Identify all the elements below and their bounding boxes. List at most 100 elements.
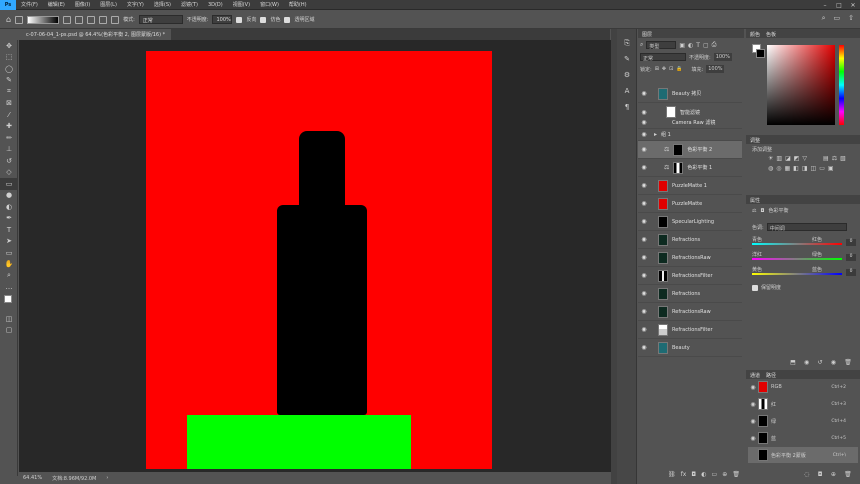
channel-row[interactable]: ◉ RGB Ctrl+2	[748, 379, 858, 395]
lock-artboard-icon[interactable]: ⊡	[669, 66, 673, 72]
brightness-icon[interactable]: ☀	[768, 155, 773, 162]
layer-row[interactable]: ◉ Beauty 拷贝	[638, 85, 742, 103]
lasso-tool-icon[interactable]: ◯	[0, 63, 18, 75]
channel-row[interactable]: ◉ 绿 Ctrl+4	[748, 413, 858, 429]
clip-to-layer-icon[interactable]: ⬒	[790, 359, 796, 366]
document-canvas[interactable]	[146, 51, 492, 469]
menu-image[interactable]: 图像(I)	[70, 1, 95, 8]
filter-type-icon[interactable]: T	[696, 42, 700, 49]
swatches-tab[interactable]: 色板	[766, 31, 776, 38]
blur-tool-icon[interactable]: ●	[0, 190, 18, 202]
paths-tab[interactable]: 路径	[766, 372, 776, 379]
diamond-gradient-icon[interactable]	[111, 15, 120, 24]
channel-row-selected[interactable]: 色彩平衡 2蒙版 Ctrl+\	[748, 447, 858, 463]
reset-icon[interactable]: ↺	[818, 359, 823, 366]
minimize-icon[interactable]: –	[818, 0, 832, 10]
layer-style-icon[interactable]: fx	[681, 471, 687, 481]
layer-row[interactable]: ◉ SpecularLighting	[638, 213, 742, 231]
quick-select-tool-icon[interactable]: ✎	[0, 75, 18, 87]
layer-row[interactable]: ◉ PuzzleMatte	[638, 195, 742, 213]
angle-gradient-icon[interactable]	[87, 15, 96, 24]
gradient-tool-icon[interactable]: ▭	[0, 178, 18, 190]
visibility-eye-icon[interactable]: ◉	[748, 418, 758, 425]
bg-color-swatch[interactable]	[756, 49, 765, 58]
color-tab[interactable]: 颜色	[750, 31, 760, 38]
dodge-tool-icon[interactable]: ◐	[0, 201, 18, 213]
visibility-eye-icon[interactable]: ◉	[638, 272, 650, 279]
filter-adjust-icon[interactable]: ◐	[688, 42, 693, 49]
move-tool-icon[interactable]: ✥	[0, 40, 18, 52]
layer-row[interactable]: ◉ PuzzleMatte 1	[638, 177, 742, 195]
channel-row[interactable]: ◉ 红 Ctrl+3	[748, 396, 858, 412]
status-arrow-icon[interactable]: ›	[106, 475, 108, 481]
menu-help[interactable]: 帮助(H)	[284, 1, 312, 8]
visibility-eye-icon[interactable]: ◉	[638, 90, 650, 97]
adjustments-tab[interactable]: 调整	[746, 135, 860, 144]
fill-input[interactable]: 100%	[706, 65, 725, 73]
document-tab[interactable]: c-07-06-04_1-ps.psd @ 64.4%(色彩平衡 2, 图层蒙版…	[20, 29, 172, 40]
visibility-eye-icon[interactable]: ◉	[638, 131, 650, 138]
workspace-icon[interactable]: ▭	[834, 14, 841, 23]
radial-gradient-icon[interactable]	[75, 15, 84, 24]
add-mask-icon[interactable]: ◘	[691, 471, 696, 481]
visibility-eye-icon[interactable]: ◉	[638, 290, 650, 297]
maximize-icon[interactable]: □	[832, 0, 846, 10]
visibility-eye-icon[interactable]: ◉	[638, 344, 650, 351]
home-icon[interactable]: ⌂	[6, 15, 11, 24]
exposure-icon[interactable]: ◩	[794, 155, 800, 162]
color-swatches[interactable]	[0, 293, 18, 313]
invert-icon[interactable]: ◧	[793, 165, 799, 172]
paragraph-panel-icon[interactable]: ¶	[617, 99, 637, 115]
visibility-eye-icon[interactable]: ◉	[638, 236, 650, 243]
color-lookup-icon[interactable]: ▦	[785, 165, 791, 172]
tone-select[interactable]: 中间调	[766, 223, 847, 232]
layer-row[interactable]: ◉ ⚖ 色彩平衡 1	[638, 159, 742, 177]
yellow-blue-value[interactable]: 0	[846, 269, 856, 276]
delete-adjustment-icon[interactable]: 🗑	[844, 359, 852, 366]
path-select-tool-icon[interactable]: ➤	[0, 236, 18, 248]
filter-kind-select[interactable]: 类型	[646, 41, 677, 50]
reverse-checkbox[interactable]	[236, 16, 243, 23]
character-panel-icon[interactable]: A	[617, 83, 637, 99]
yellow-blue-slider[interactable]	[752, 273, 842, 275]
curves-icon[interactable]: ◪	[785, 155, 791, 162]
channel-mixer-icon[interactable]: ◎	[776, 165, 781, 172]
menu-file[interactable]: 文件(F)	[16, 1, 43, 8]
menu-type[interactable]: 文字(Y)	[122, 1, 149, 8]
cyan-red-slider[interactable]	[752, 243, 842, 245]
linear-gradient-icon[interactable]	[63, 15, 72, 24]
preserve-luminosity-checkbox[interactable]	[752, 284, 758, 291]
menu-3d[interactable]: 3D(D)	[203, 2, 228, 8]
frame-tool-icon[interactable]: ⊠	[0, 98, 18, 110]
gradient-map-icon[interactable]: ▭	[819, 165, 825, 172]
type-tool-icon[interactable]: T	[0, 224, 18, 236]
layer-row[interactable]: ◉ Refractions	[638, 231, 742, 249]
visibility-eye-icon[interactable]: ◉	[638, 218, 650, 225]
delete-channel-icon[interactable]: 🗑	[844, 471, 852, 478]
menu-layer[interactable]: 图层(L)	[95, 1, 122, 8]
lock-position-icon[interactable]: ✥	[662, 66, 666, 72]
threshold-icon[interactable]: ◫	[811, 165, 817, 172]
layer-group-row[interactable]: ◉ ▸ 组 1	[638, 129, 742, 141]
filter-smart-icon[interactable]: ⎙	[712, 41, 717, 49]
marquee-tool-icon[interactable]: ⬚	[0, 52, 18, 64]
gradient-tool-preset-icon[interactable]	[15, 15, 24, 24]
layer-row[interactable]: ◉ Refractions	[638, 285, 742, 303]
search-icon[interactable]: ⌕	[822, 14, 826, 23]
mode-select[interactable]: 正常	[138, 15, 183, 24]
eraser-tool-icon[interactable]: ◇	[0, 167, 18, 179]
zoom-level[interactable]: 64.41%	[23, 475, 42, 481]
visibility-eye-icon[interactable]: ◉	[638, 254, 650, 261]
eyedropper-tool-icon[interactable]: ⁄	[0, 109, 18, 121]
transparency-checkbox[interactable]	[284, 16, 291, 23]
layer-row-selected[interactable]: ◉ ⚖ 色彩平衡 2	[638, 141, 742, 159]
magenta-green-value[interactable]: 0	[846, 254, 856, 261]
visibility-eye-icon[interactable]: ◉	[748, 384, 758, 391]
clone-stamp-tool-icon[interactable]: ⊥	[0, 144, 18, 156]
visibility-eye-icon[interactable]: ◉	[638, 308, 650, 315]
rectangle-tool-icon[interactable]: ▭	[0, 247, 18, 259]
reflected-gradient-icon[interactable]	[99, 15, 108, 24]
filter-shape-icon[interactable]: ▢	[703, 42, 709, 49]
filter-pixel-icon[interactable]: ▣	[679, 42, 685, 49]
hue-saturation-icon[interactable]: ▤	[823, 155, 829, 162]
